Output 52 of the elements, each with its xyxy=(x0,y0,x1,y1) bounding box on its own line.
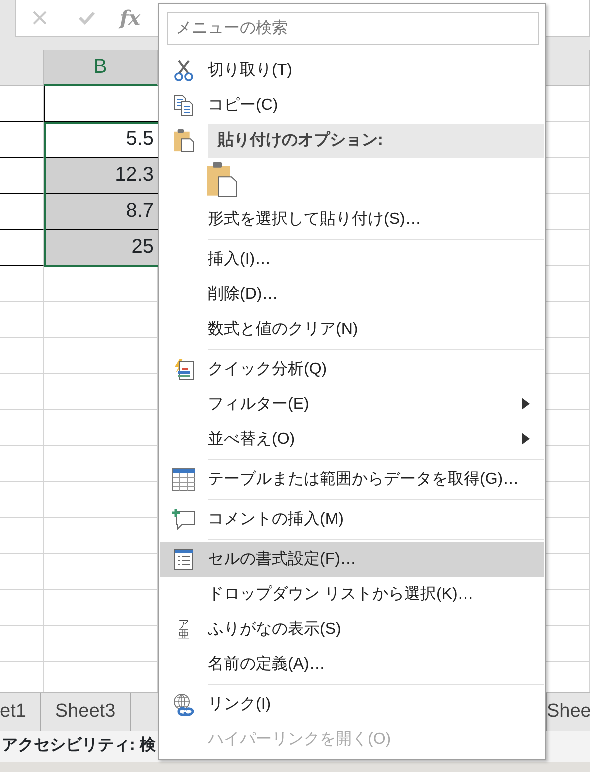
table-cell xyxy=(0,194,44,230)
menu-item[interactable]: コメントの挿入(M) xyxy=(160,502,544,537)
cancel-icon[interactable] xyxy=(32,10,48,26)
table-cell xyxy=(0,590,44,626)
table-cell xyxy=(0,446,44,482)
link-icon xyxy=(173,692,195,716)
checkmark-icon[interactable] xyxy=(78,10,96,26)
table-cell xyxy=(0,86,44,122)
table-cell xyxy=(0,230,44,266)
menu-item[interactable]: 切り取り(T) xyxy=(160,53,544,88)
table-cell xyxy=(0,374,44,410)
column-header[interactable] xyxy=(546,50,590,86)
menu-item[interactable]: ドロップダウン リストから選択(K)… xyxy=(160,577,544,612)
menu-item[interactable]: テーブルまたは範囲からデータを取得(G)… xyxy=(160,462,544,497)
table-cell xyxy=(0,302,44,338)
status-text: アクセシビリティ: 検 xyxy=(2,737,156,754)
table-cell: 12.3 xyxy=(44,158,158,194)
furigana-icon: ア 亜 xyxy=(174,620,194,640)
comment-icon xyxy=(172,508,196,530)
table-cell xyxy=(0,266,44,302)
table-cell xyxy=(0,338,44,374)
menu-item[interactable]: 挿入(I)… xyxy=(160,242,544,277)
menu-item[interactable]: ア 亜 ふりがなの表示(S) xyxy=(160,612,544,647)
table-cell xyxy=(0,122,44,158)
table-cell xyxy=(0,554,44,590)
menu-item[interactable]: 数式と値のクリア(N) xyxy=(160,312,544,347)
menu-item[interactable]: フィルター(E) xyxy=(160,387,544,422)
column-header[interactable] xyxy=(0,50,44,86)
table-cell xyxy=(0,518,44,554)
menu-section-header: 貼り付けのオプション: xyxy=(208,124,544,158)
menu-item[interactable]: セルの書式設定(F)… xyxy=(160,542,544,577)
menu-item[interactable]: 名前の定義(A)… xyxy=(160,647,544,682)
quick-analysis-icon xyxy=(173,358,195,380)
format-cells-icon xyxy=(174,548,194,570)
scissors-icon xyxy=(174,60,194,82)
menu-item[interactable]: 並べ替え(O) xyxy=(160,422,544,457)
menu-item[interactable]: 削除(D)… xyxy=(160,277,544,312)
menu-item[interactable]: リンク(I) xyxy=(160,687,544,722)
clipboard-icon xyxy=(173,128,195,152)
table-cell xyxy=(0,158,44,194)
menu-item[interactable]: 形式を選択して貼り付け(S)… xyxy=(160,202,544,237)
clipboard-icon xyxy=(206,162,238,198)
table-cell: 8.7 xyxy=(44,194,158,230)
search-field[interactable]: メニューの検索 xyxy=(167,12,539,45)
menu-item[interactable]: クイック分析(Q) xyxy=(160,352,544,387)
table-cell xyxy=(0,410,44,446)
copy-icon xyxy=(174,94,194,116)
table-cell: 25 xyxy=(44,230,158,266)
table-icon xyxy=(172,468,196,492)
table-cell xyxy=(0,482,44,518)
column-header[interactable]: B xyxy=(44,50,158,86)
menu-item[interactable]: コピー(C) xyxy=(160,88,544,123)
